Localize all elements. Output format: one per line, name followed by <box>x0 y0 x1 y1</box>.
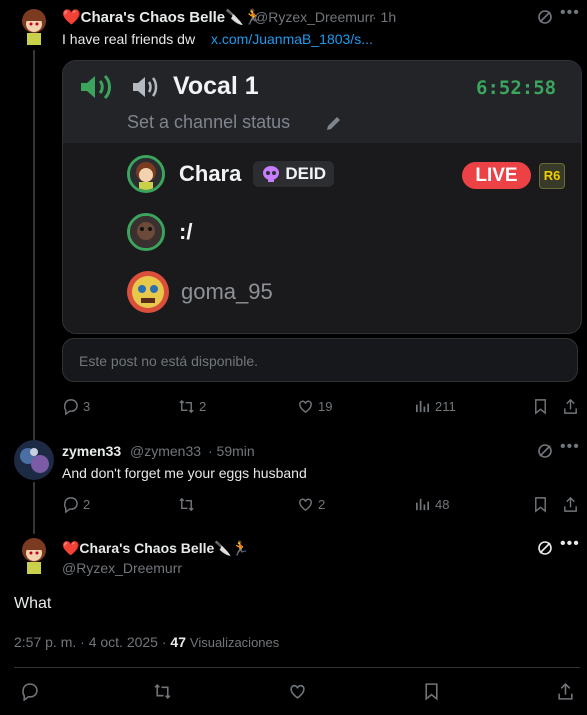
post-text: And don't forget me your eggs husband <box>62 465 307 481</box>
avatar <box>127 271 169 313</box>
like-button[interactable]: 2 <box>297 496 325 513</box>
volume-icon <box>133 77 158 97</box>
embedded-image-card[interactable]: Vocal 1 6:52:58 Set a channel status Cha… <box>62 60 582 334</box>
post-author-handle[interactable]: @zymen33 <box>130 443 201 459</box>
post-author-name[interactable]: ❤️Chara's Chaos Belle🔪🏃 <box>62 8 263 26</box>
thread-line <box>33 482 35 534</box>
channel-name: Vocal 1 <box>173 72 259 100</box>
repost-count: 2 <box>199 399 207 414</box>
avatar[interactable] <box>14 440 54 480</box>
live-badge: LIVE <box>462 162 531 189</box>
repost-icon[interactable] <box>153 682 172 701</box>
voice-user: goma_95 <box>127 271 273 313</box>
voice-user: :/ <box>127 213 192 251</box>
repost-icon <box>179 399 194 414</box>
repost-icon <box>179 497 194 512</box>
views-icon <box>415 498 430 511</box>
views-button[interactable]: 48 <box>414 496 449 513</box>
bookmark-icon[interactable] <box>422 682 441 701</box>
reply-count: 3 <box>83 399 91 414</box>
post-author-handle[interactable]: @Ryzex_Dreemurr <box>62 560 182 576</box>
reply-icon <box>63 497 78 513</box>
repost-button[interactable]: 2 <box>178 398 206 415</box>
reply-button[interactable]: 3 <box>62 398 90 415</box>
voice-user: Chara DEID <box>127 155 334 193</box>
voice-user-name: Chara <box>179 161 242 186</box>
reply-icon <box>63 399 78 415</box>
reply-count: 2 <box>83 497 91 512</box>
post-text: I have real friends dw <box>62 31 196 47</box>
channel-status-placeholder: Set a channel status <box>127 112 291 132</box>
role-badge: DEID <box>253 161 334 187</box>
game-tag: R6 <box>539 163 565 189</box>
grok-icon[interactable] <box>537 443 553 459</box>
post-timestamp: 2:57 p. m. · 4 oct. 2025 · 47 Visualizac… <box>14 634 279 650</box>
views-label: Visualizaciones <box>189 635 280 650</box>
post-datetime[interactable]: 2:57 p. m. · 4 oct. 2025 · <box>14 634 167 650</box>
share-icon[interactable] <box>562 398 579 415</box>
pencil-icon <box>327 117 340 130</box>
bookmark-icon[interactable] <box>532 496 549 513</box>
post-text: What <box>14 595 52 612</box>
more-options-icon[interactable]: ••• <box>560 4 580 22</box>
role-badge-label: DEID <box>285 164 326 183</box>
grok-icon[interactable] <box>537 540 553 556</box>
post-author-name[interactable]: ❤️Chara's Chaos Belle🔪🏃 <box>62 540 249 557</box>
heart-icon <box>299 498 312 512</box>
speaker-icon <box>81 74 111 100</box>
skull-icon <box>263 166 280 182</box>
voice-channel-header: Vocal 1 6:52:58 Set a channel status <box>63 61 581 143</box>
views-icon <box>415 400 430 413</box>
post-time[interactable]: · 59min <box>208 443 255 459</box>
like-count: 19 <box>318 399 333 414</box>
thread-line <box>33 50 35 442</box>
divider <box>14 667 580 668</box>
share-icon[interactable] <box>562 496 579 513</box>
views-count: 48 <box>435 497 450 512</box>
heart-icon[interactable] <box>288 682 307 701</box>
views-button[interactable]: 211 <box>414 398 456 415</box>
more-options-icon[interactable]: ••• <box>560 535 580 553</box>
call-timer: 6:52:58 <box>476 77 557 99</box>
repost-button[interactable] <box>178 496 199 513</box>
share-icon[interactable] <box>556 682 575 701</box>
views-count: 211 <box>435 399 456 414</box>
post-author-handle[interactable]: @Ryzex_Dreemurr <box>254 9 374 25</box>
reply-icon[interactable] <box>20 682 39 701</box>
more-options-icon[interactable]: ••• <box>560 438 580 456</box>
unavailable-post-notice: Este post no está disponible. <box>62 338 578 382</box>
avatar[interactable] <box>20 7 48 47</box>
views-count: 47 <box>170 634 186 650</box>
unavailable-text: Este post no está disponible. <box>79 353 259 369</box>
avatar[interactable] <box>20 536 48 576</box>
post-time[interactable]: · 1h <box>372 9 396 25</box>
heart-icon <box>299 400 312 414</box>
post-author-name[interactable]: zymen33 <box>62 443 121 459</box>
voice-user-name: :/ <box>179 219 193 244</box>
like-count: 2 <box>318 497 326 512</box>
post-link[interactable]: x.com/JuanmaB_1803/s... <box>211 31 373 47</box>
grok-icon[interactable] <box>537 9 553 25</box>
like-button[interactable]: 19 <box>297 398 332 415</box>
avatar <box>127 155 165 193</box>
voice-user-name: goma_95 <box>181 279 273 304</box>
bookmark-icon[interactable] <box>532 398 549 415</box>
reply-button[interactable]: 2 <box>62 496 90 513</box>
avatar <box>127 213 165 251</box>
